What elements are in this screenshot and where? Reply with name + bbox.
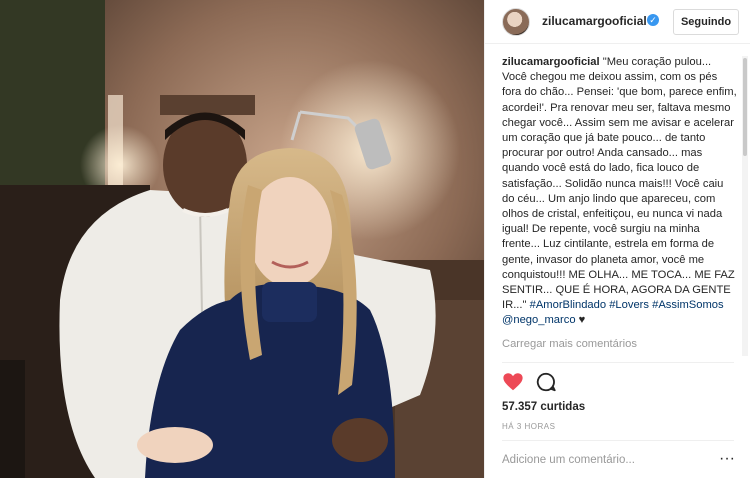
divider <box>502 440 734 441</box>
divider <box>502 362 734 363</box>
username-link[interactable]: zilucamargooficial <box>542 14 647 28</box>
heart-icon[interactable] <box>502 371 524 393</box>
heart-emoji: ♥ <box>578 314 586 327</box>
hashtag-lovers[interactable]: #Lovers <box>609 299 649 311</box>
post-photo[interactable] <box>0 0 484 478</box>
caption-text: "Meu coração pulou... Você chegou me dei… <box>502 56 737 312</box>
more-options-icon[interactable]: ··· <box>717 449 737 469</box>
mention-nego-marco[interactable]: @nego_marco <box>502 314 576 326</box>
comments-scrollbar[interactable] <box>742 56 748 356</box>
caption-comments: zilucamargooficial "Meu coração pulou...… <box>502 55 737 360</box>
add-comment-input[interactable] <box>502 451 712 469</box>
hashtag-assimsomos[interactable]: #AssimSomos <box>652 299 724 311</box>
caption-author-link[interactable]: zilucamargooficial <box>502 56 600 68</box>
scrollbar-thumb[interactable] <box>743 58 747 156</box>
avatar[interactable] <box>502 8 530 36</box>
load-more-comments[interactable]: Carregar mais comentários <box>502 337 737 352</box>
verified-badge-icon: ✓ <box>647 14 659 26</box>
likes-count[interactable]: 57.357 curtidas <box>502 401 585 413</box>
photo-illustration <box>0 0 484 478</box>
post-header: zilucamargooficial ✓ Seguindo <box>485 0 750 44</box>
comment-bubble-icon[interactable] <box>535 371 557 393</box>
hashtag-amorblindado[interactable]: #AmorBlindado <box>530 299 607 311</box>
post-timestamp[interactable]: HÁ 3 HORAS <box>502 422 555 431</box>
following-button[interactable]: Seguindo <box>673 9 739 35</box>
post-panel: zilucamargooficial ✓ Seguindo zilucamarg… <box>484 0 750 478</box>
